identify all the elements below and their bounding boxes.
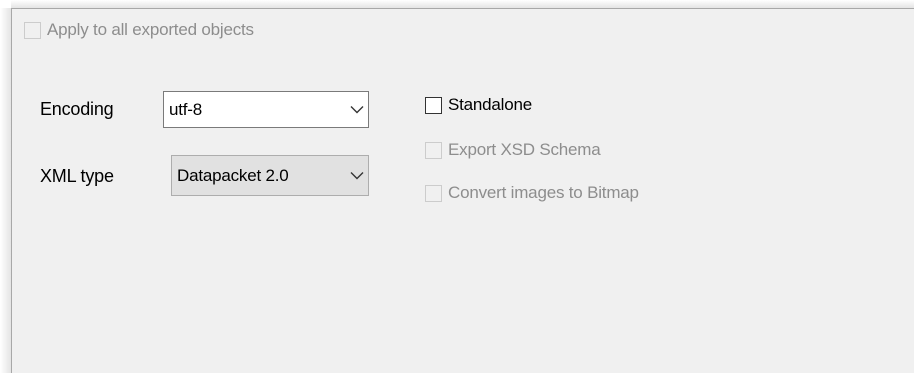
apply-all-checkbox[interactable] <box>24 21 41 39</box>
apply-all-checkbox-row[interactable]: Apply to all exported objects <box>24 20 254 40</box>
window-shadow-top <box>11 0 914 8</box>
encoding-label: Encoding <box>40 99 114 119</box>
window-shadow-left <box>0 8 11 373</box>
standalone-checkbox-row[interactable]: Standalone <box>425 95 532 115</box>
export-xsd-checkbox[interactable] <box>425 141 442 159</box>
standalone-checkbox[interactable] <box>425 96 442 114</box>
xml-type-combobox[interactable]: Datapacket 2.0 <box>171 155 369 196</box>
convert-images-checkbox[interactable] <box>425 184 442 202</box>
export-xsd-checkbox-row[interactable]: Export XSD Schema <box>425 140 601 160</box>
xml-type-value[interactable]: Datapacket 2.0 <box>172 166 346 186</box>
chevron-down-icon[interactable] <box>346 92 368 127</box>
chevron-down-icon[interactable] <box>346 156 368 195</box>
encoding-value[interactable]: utf-8 <box>164 100 346 120</box>
apply-all-label: Apply to all exported objects <box>47 20 254 39</box>
xml-type-label: XML type <box>40 166 114 186</box>
convert-images-checkbox-row[interactable]: Convert images to Bitmap <box>425 183 639 203</box>
standalone-label: Standalone <box>448 95 533 114</box>
export-xsd-label: Export XSD Schema <box>448 140 601 159</box>
encoding-combobox[interactable]: utf-8 <box>163 91 369 128</box>
convert-images-label: Convert images to Bitmap <box>448 183 639 202</box>
